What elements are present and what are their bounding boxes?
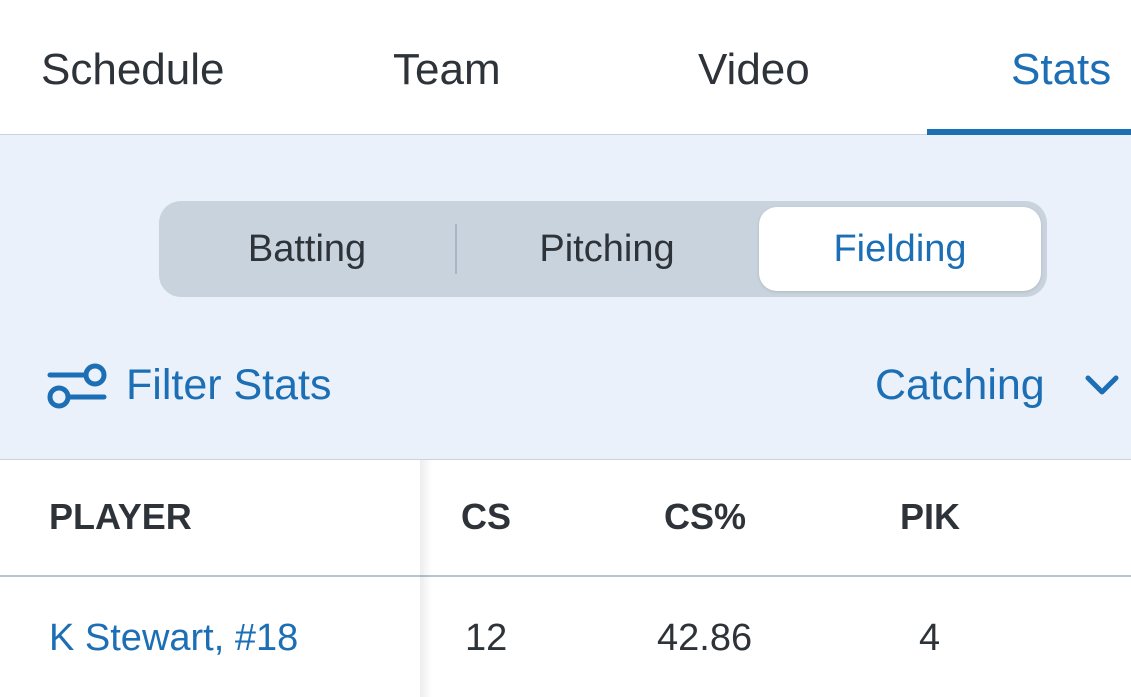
tab-schedule[interactable]: Schedule	[41, 42, 224, 98]
category-selected-label: Catching	[875, 361, 1045, 409]
column-header-player[interactable]: PLAYER	[49, 492, 192, 542]
player-name-link[interactable]: K Stewart, #18	[49, 613, 298, 663]
column-header-cs[interactable]: CS	[461, 492, 511, 542]
pik-value: 4	[919, 617, 941, 659]
cs-pct-value: 42.86	[657, 617, 753, 659]
segment-fielding[interactable]: Fielding	[759, 207, 1041, 291]
top-tab-bar: Schedule Team Video Stats	[0, 0, 1131, 135]
tab-stats[interactable]: Stats	[1011, 42, 1111, 98]
table-row: K Stewart, #18 12 42.86 4	[0, 577, 1131, 697]
cs-value: 12	[465, 617, 508, 659]
filter-stats-button[interactable]: Filter Stats	[46, 357, 332, 413]
tab-video[interactable]: Video	[698, 42, 810, 98]
stat-type-segmented-control: Batting Pitching Fielding	[159, 201, 1047, 297]
stats-table: PLAYER CS CS% PIK K Stewart, #18 12 42.8…	[0, 460, 1131, 697]
chevron-down-icon	[1085, 375, 1119, 395]
stats-controls-panel: Batting Pitching Fielding Filter Stats C…	[0, 135, 1131, 460]
segment-pitching[interactable]: Pitching	[457, 201, 757, 297]
column-header-pik[interactable]: PIK	[900, 492, 960, 542]
table-header-row: PLAYER CS CS% PIK	[0, 460, 1131, 577]
segment-batting[interactable]: Batting	[159, 201, 455, 297]
tab-team[interactable]: Team	[393, 42, 501, 98]
sliders-icon	[47, 363, 107, 409]
column-header-cs-pct[interactable]: CS%	[664, 492, 746, 542]
filter-stats-label: Filter Stats	[126, 361, 332, 409]
fielding-category-dropdown[interactable]: Catching	[875, 357, 1119, 413]
frozen-column-shadow	[420, 460, 432, 697]
